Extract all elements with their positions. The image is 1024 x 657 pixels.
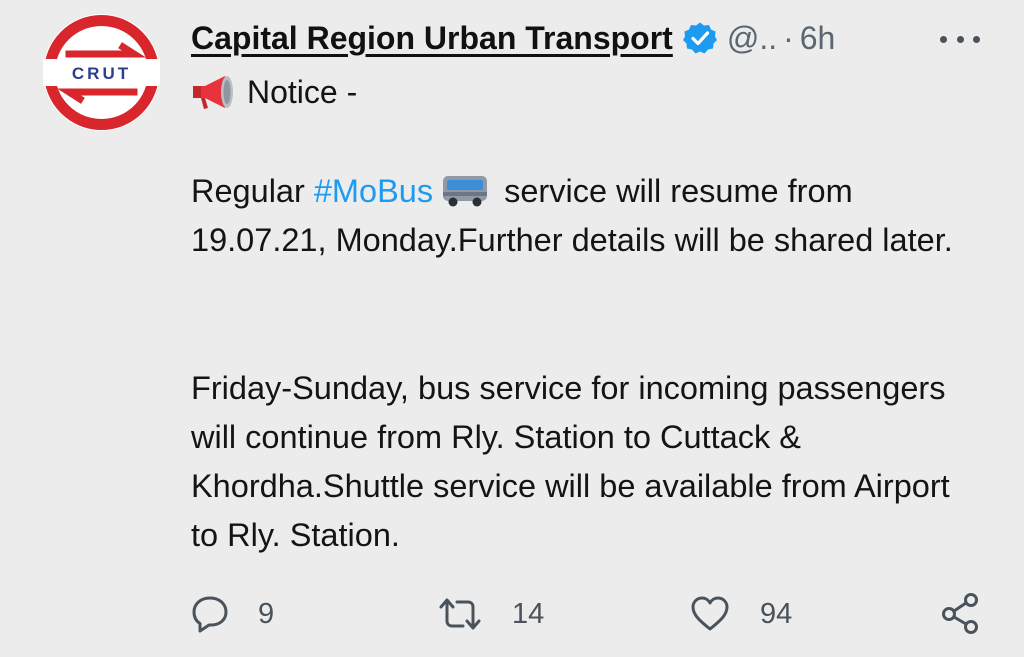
author-handle[interactable]: @.. — [727, 20, 777, 57]
verified-badge-icon — [682, 21, 717, 55]
action-bar: 9 14 94 — [0, 590, 1024, 640]
notice-label: Notice - — [247, 73, 358, 110]
tweet-header: Capital Region Urban Transport @.. · 6h — [191, 16, 835, 60]
tweet-paragraph-1: Regular #MoBus service will resume from … — [191, 167, 981, 265]
hashtag-link[interactable]: #MoBus — [314, 173, 433, 209]
separator: · — [783, 19, 794, 56]
bus-icon — [441, 174, 489, 208]
retweet-button[interactable]: 14 — [438, 594, 544, 634]
megaphone-icon — [191, 72, 237, 112]
logo-text: CRUT — [72, 64, 131, 83]
paragraph1-before: Regular — [191, 173, 314, 209]
retweet-icon — [439, 598, 481, 630]
avatar[interactable]: CRUT — [43, 14, 160, 131]
like-icon — [691, 596, 729, 631]
crut-logo: CRUT — [43, 15, 160, 130]
share-icon — [942, 593, 978, 634]
reply-button[interactable]: 9 — [190, 594, 274, 634]
retweet-count: 14 — [512, 597, 545, 630]
notice-line: Notice - — [191, 72, 357, 112]
author-name[interactable]: Capital Region Urban Transport — [191, 20, 673, 57]
tweet[interactable]: CRUT Capital Region Urban Transport @.. … — [0, 0, 1024, 657]
like-count: 94 — [760, 597, 793, 630]
reply-icon — [192, 596, 228, 633]
more-icon[interactable] — [940, 24, 980, 54]
timestamp[interactable]: 6h — [800, 20, 836, 57]
like-button[interactable]: 94 — [690, 594, 792, 634]
reply-count: 9 — [258, 597, 275, 630]
tweet-paragraph-2: Friday-Sunday, bus service for incoming … — [191, 370, 950, 553]
share-button[interactable] — [940, 592, 982, 634]
